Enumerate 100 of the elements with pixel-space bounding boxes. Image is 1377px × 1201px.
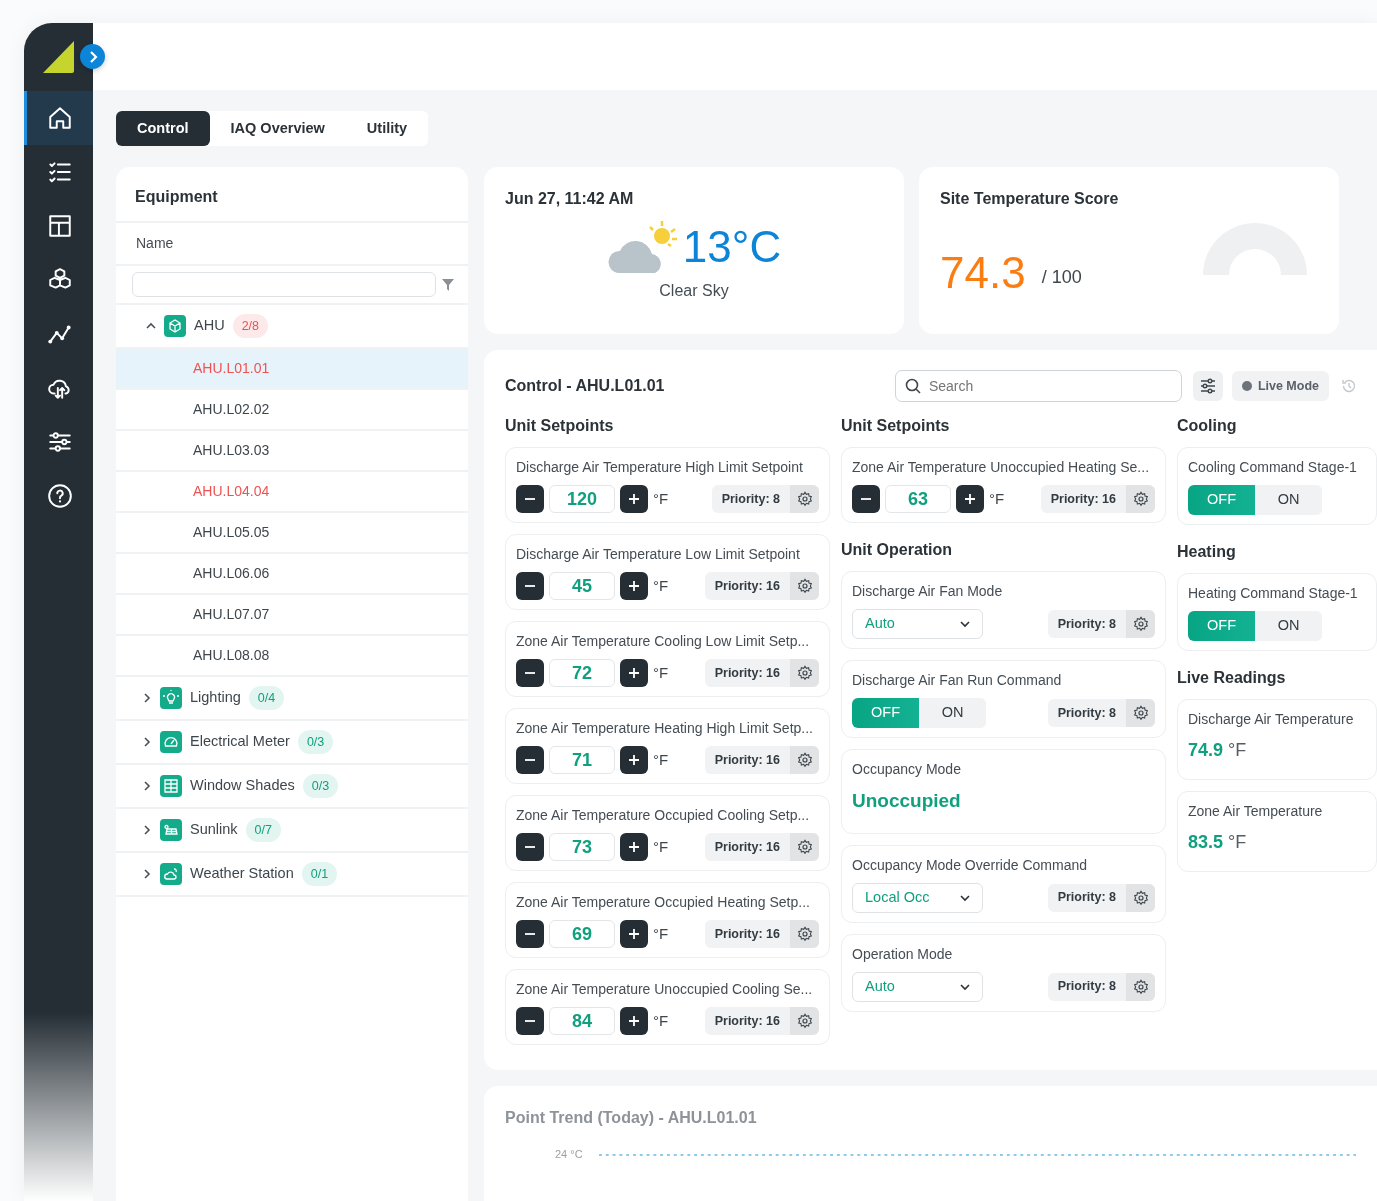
plus-icon: [628, 580, 640, 592]
count-badge: 0/4: [248, 685, 285, 711]
settings-button[interactable]: [790, 746, 819, 774]
item-label: AHU.L08.08: [193, 646, 270, 665]
chevron-right-icon[interactable]: [142, 781, 152, 791]
chevron-right-icon[interactable]: [142, 825, 152, 835]
chevron-right-icon[interactable]: [142, 869, 152, 879]
nav-item[interactable]: [24, 91, 93, 145]
settings-button[interactable]: [790, 920, 819, 948]
group-label[interactable]: Window Shades: [190, 775, 295, 797]
temperature: 13°C: [682, 225, 782, 269]
point-label: Zone Air Temperature Unoccupied Heating Se...: [852, 458, 1151, 477]
decrease-button[interactable]: [516, 920, 544, 948]
priority-label: Priority: 16: [713, 577, 781, 595]
chevron-right-icon[interactable]: [142, 737, 152, 747]
point-label: Discharge Air Fan Mode: [852, 582, 1004, 601]
gear-icon: [796, 665, 813, 681]
group-label[interactable]: Lighting: [190, 687, 241, 709]
lightbulb-icon: [160, 687, 182, 709]
unit-label: °F: [653, 575, 669, 596]
help-icon: [47, 483, 73, 509]
point-label: Zone Air Temperature Cooling Low Limit Setp...: [516, 632, 811, 651]
point-label: Heating Command Stage-1: [1188, 584, 1359, 603]
increase-button[interactable]: [620, 920, 648, 948]
plus-icon: [964, 493, 976, 505]
plus-icon: [628, 1015, 640, 1027]
decrease-button[interactable]: [516, 572, 544, 600]
tree-item[interactable]: AHU.L04.04: [116, 472, 468, 513]
increase-button[interactable]: [620, 572, 648, 600]
live-mode-toggle[interactable]: Live Mode: [1231, 371, 1329, 401]
item-label: AHU.L03.03: [193, 441, 270, 460]
increase-button[interactable]: [620, 485, 648, 513]
group-label[interactable]: Sunlink: [190, 819, 238, 841]
settings-button[interactable]: [790, 485, 819, 513]
increase-button[interactable]: [956, 485, 984, 513]
point-label: Zone Air Temperature Heating High Limit Setp...: [516, 719, 814, 738]
decrease-button[interactable]: [516, 746, 544, 774]
settings-button[interactable]: [790, 572, 819, 600]
count-badge: 0/1: [301, 861, 338, 887]
decrease-button[interactable]: [516, 833, 544, 861]
tab[interactable]: Control: [116, 111, 210, 146]
column-header: Name: [116, 223, 468, 266]
increase-button[interactable]: [620, 746, 648, 774]
unit-label: °F: [653, 923, 669, 944]
priority-label: Priority: 8: [1056, 704, 1117, 722]
settings-button[interactable]: [1126, 699, 1155, 727]
chevron-down-icon: [960, 619, 970, 629]
settings-button[interactable]: [790, 659, 819, 687]
reading-value: 83.5 °F: [1188, 831, 1248, 854]
priority-label: Priority: 8: [720, 490, 781, 508]
settings-button[interactable]: [1126, 883, 1155, 912]
point-label: Discharge Air Temperature High Limit Setpoint: [516, 458, 804, 477]
search-field[interactable]: Search: [894, 370, 1182, 402]
group-label[interactable]: AHU: [194, 315, 225, 337]
increase-button[interactable]: [620, 659, 648, 687]
tree-item[interactable]: AHU.L02.02: [116, 390, 468, 431]
increase-button[interactable]: [620, 833, 648, 861]
unit-label: °F: [653, 662, 669, 683]
increase-button[interactable]: [620, 1007, 648, 1035]
priority-label: Priority: 16: [713, 838, 781, 856]
group-label[interactable]: Weather Station: [190, 863, 294, 885]
gauge-icon: [160, 731, 182, 753]
decrease-button[interactable]: [516, 659, 544, 687]
settings-button[interactable]: [1126, 485, 1155, 513]
settings-button[interactable]: [790, 1007, 819, 1035]
card-title: Point Trend (Today) - AHU.L01.01: [505, 1108, 758, 1128]
item-label: AHU.L01.01: [193, 359, 270, 378]
tree-item[interactable]: AHU.L08.08: [116, 636, 468, 677]
tree-item[interactable]: AHU.L07.07: [116, 595, 468, 636]
sliders-icon: [47, 429, 73, 455]
decrease-button[interactable]: [516, 485, 544, 513]
item-label: AHU.L05.05: [193, 523, 270, 542]
chevron-right-icon[interactable]: [142, 693, 152, 703]
panel-title: Equipment: [116, 167, 468, 223]
date-time: Jun 27, 11:42 AM: [505, 189, 635, 209]
gear-icon: [796, 1013, 813, 1029]
count-badge: 0/7: [245, 817, 281, 843]
point-label: Discharge Air Temperature Low Limit Setpoint: [516, 545, 801, 564]
gear-icon: [796, 839, 813, 855]
priority-label: Priority: 8: [1056, 978, 1117, 996]
plus-icon: [628, 841, 640, 853]
point-label: Zone Air Temperature Occupied Heating Setp...: [516, 893, 811, 912]
group-label[interactable]: Electrical Meter: [190, 731, 290, 753]
settings-button[interactable]: [790, 833, 819, 861]
decrease-button[interactable]: [852, 485, 880, 513]
filter-settings-button[interactable]: [1192, 371, 1223, 401]
decrease-button[interactable]: [516, 1007, 544, 1035]
tree-item[interactable]: AHU.L05.05: [116, 513, 468, 554]
gear-icon: [796, 752, 813, 768]
section-title: Cooling: [1177, 416, 1238, 436]
item-label: AHU.L07.07: [193, 605, 270, 624]
chevron-down-icon: [960, 892, 970, 903]
chevron-up-icon[interactable]: [146, 321, 156, 331]
settings-button[interactable]: [1126, 972, 1155, 1001]
tree-item[interactable]: AHU.L06.06: [116, 554, 468, 595]
tree-item[interactable]: AHU.L03.03: [116, 431, 468, 472]
settings-button[interactable]: [1126, 610, 1155, 638]
reading-value: 74.9 °F: [1188, 739, 1248, 762]
filter-field[interactable]: [132, 272, 436, 297]
home-icon: [47, 105, 73, 131]
